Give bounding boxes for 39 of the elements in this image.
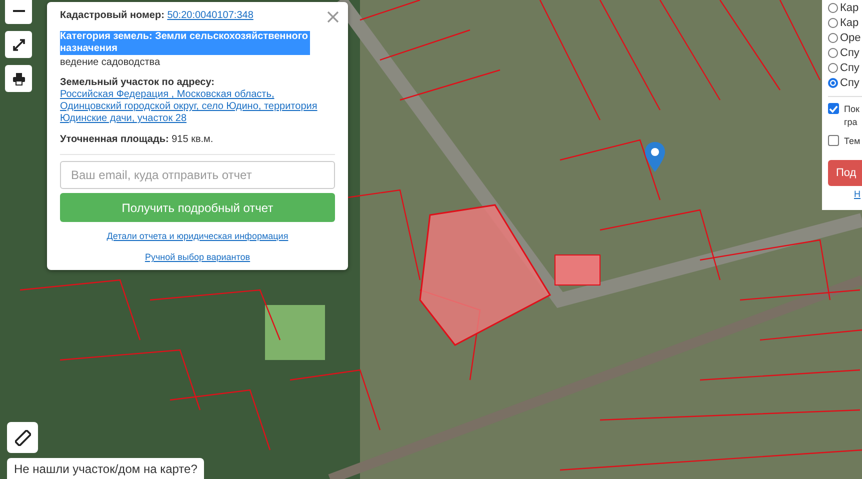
radio-button[interactable] bbox=[828, 48, 838, 58]
email-field[interactable]: Ваш email, куда отправить отчет bbox=[60, 161, 335, 189]
radio-button[interactable] bbox=[828, 32, 838, 42]
print-button[interactable] bbox=[5, 65, 32, 92]
radio-button[interactable] bbox=[828, 78, 838, 88]
layer-option-label: Кар bbox=[840, 2, 859, 14]
radio-button[interactable] bbox=[828, 62, 838, 72]
checkbox-label: Тем bbox=[844, 135, 862, 148]
cadastral-number-link[interactable]: 50:20:0040107:348 bbox=[167, 10, 254, 21]
area-text: Уточненная площадь: 915 кв.м. bbox=[60, 134, 214, 145]
close-icon bbox=[327, 11, 339, 23]
get-report-button[interactable]: Получить подробный отчет bbox=[60, 193, 335, 222]
expand-icon bbox=[12, 38, 26, 52]
submit-button[interactable]: Под bbox=[828, 160, 862, 186]
layer-option-label: Спу bbox=[840, 46, 860, 58]
manual-selection-link[interactable]: Ручной выбор вариантов bbox=[144, 252, 250, 262]
layer-option-label: Спу bbox=[840, 62, 860, 74]
address-link[interactable]: Российская Федерация , Московская область, Одинцовский городской округ, село Юдино, территория Юдинские дачи, участок 28 bbox=[60, 89, 335, 125]
address-label: Земельный участок по адресу: bbox=[60, 77, 216, 89]
land-usage-text: ведение садоводства bbox=[60, 57, 162, 68]
not-found-banner[interactable]: Не нашли участок/дом на карте? bbox=[7, 458, 204, 479]
layer-option-label: Кар bbox=[840, 16, 859, 28]
report-details-link[interactable]: Детали отчета и юридическая информация bbox=[106, 231, 288, 241]
layer-option-label: Спу bbox=[840, 76, 860, 88]
radio-button[interactable] bbox=[828, 2, 838, 12]
zoom-out-button[interactable] bbox=[5, 0, 32, 24]
checkbox[interactable] bbox=[828, 135, 839, 146]
layer-option-label: Оре bbox=[840, 32, 861, 44]
checkbox[interactable] bbox=[828, 103, 839, 114]
radio-button[interactable] bbox=[828, 18, 838, 28]
panel-link[interactable]: Н bbox=[854, 189, 862, 199]
land-category-text: Категория земель: Земли сельскохозяйственного назначения bbox=[60, 31, 310, 55]
checkbox-label: Пок гра bbox=[844, 103, 860, 129]
ruler-icon bbox=[14, 430, 30, 446]
close-button[interactable] bbox=[327, 11, 339, 23]
fullscreen-button[interactable] bbox=[5, 31, 32, 58]
ruler-button[interactable] bbox=[7, 422, 38, 453]
printer-icon bbox=[12, 72, 26, 86]
location-pin-icon bbox=[645, 142, 665, 172]
